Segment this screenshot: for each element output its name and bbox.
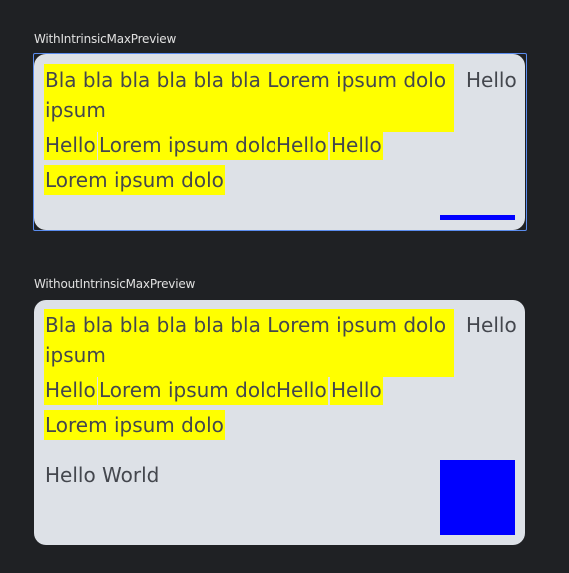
paragraph-chip: Bla bla bla bla bla bla Lorem ipsum dolo…	[44, 64, 454, 132]
blue-square	[440, 460, 515, 535]
chip-hello-3: Hello	[330, 130, 383, 160]
chip-lorem-1: Lorem ipsum dolo	[98, 130, 279, 160]
chip-hello-1: Hello	[44, 375, 97, 405]
preview-card-with-intrinsic[interactable]: Bla bla bla bla bla bla Lorem ipsum dolo…	[34, 54, 525, 230]
chip-hello-3: Hello	[330, 375, 383, 405]
side-hello-text: Hello	[466, 313, 517, 337]
blue-bar	[440, 215, 515, 220]
preview-title-with-intrinsic: WithIntrinsicMaxPreview	[34, 32, 177, 46]
chip-hello-2: Hello	[275, 375, 328, 405]
chip-hello-1: Hello	[44, 130, 97, 160]
side-hello-text: Hello	[466, 68, 517, 92]
preview-card-without-intrinsic[interactable]: Bla bla bla bla bla bla Lorem ipsum dolo…	[34, 300, 525, 545]
chip-lorem-2: Lorem ipsum dolo	[44, 410, 225, 440]
hello-world-text: Hello World	[45, 463, 160, 487]
preview-title-without-intrinsic: WithoutIntrinsicMaxPreview	[34, 277, 196, 291]
paragraph-chip: Bla bla bla bla bla bla Lorem ipsum dolo…	[44, 309, 454, 377]
chip-hello-2: Hello	[275, 130, 328, 160]
chip-lorem-1: Lorem ipsum dolo	[98, 375, 279, 405]
chip-lorem-2: Lorem ipsum dolo	[44, 165, 225, 195]
